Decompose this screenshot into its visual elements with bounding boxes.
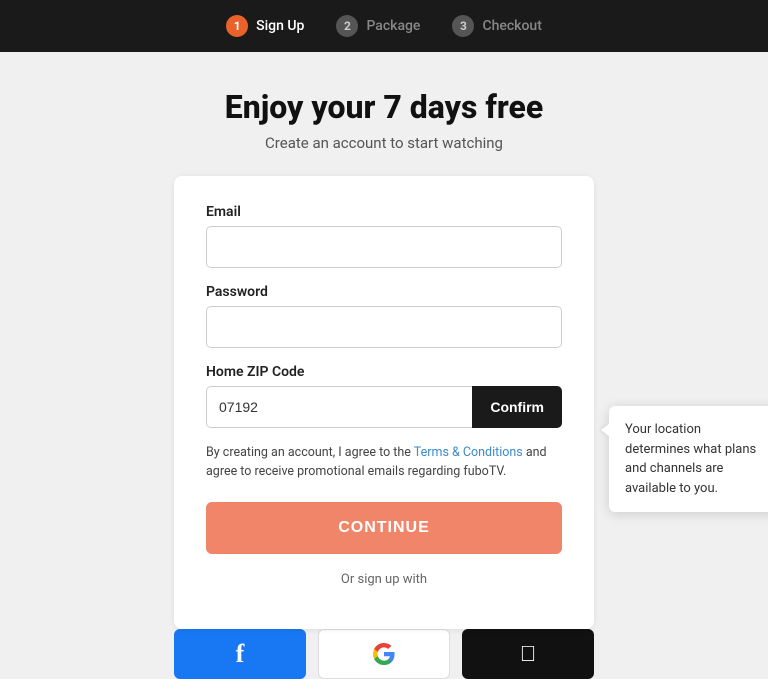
zip-tooltip: Your location determines what plans and … [609, 406, 768, 512]
step-3-circle: 3 [452, 15, 474, 37]
zip-input[interactable] [206, 386, 472, 428]
page-headline: Enjoy your 7 days free [225, 88, 543, 126]
step-signup: 1 Sign Up [226, 15, 304, 37]
header: 1 Sign Up 2 Package 3 Checkout [0, 0, 768, 52]
step-1-circle: 1 [226, 15, 248, 37]
step-package: 2 Package [336, 15, 420, 37]
step-checkout: 3 Checkout [452, 15, 541, 37]
signup-card: Email Password Home ZIP Code Confirm By … [174, 176, 594, 629]
terms-text: By creating an account, I agree to the T… [206, 444, 562, 482]
step-2-label: Package [366, 18, 420, 34]
tooltip-text: Your location determines what plans and … [625, 422, 756, 496]
google-button[interactable] [318, 629, 450, 679]
apple-icon:  [520, 641, 537, 667]
zip-row: Confirm [206, 386, 562, 428]
page-subheadline: Create an account to start watching [265, 134, 503, 152]
facebook-button[interactable]: f [174, 629, 306, 679]
terms-link[interactable]: Terms & Conditions [414, 445, 523, 460]
or-sign-up-text: Or sign up with [206, 572, 562, 587]
password-input[interactable] [206, 306, 562, 348]
confirm-button[interactable]: Confirm [472, 386, 562, 428]
social-buttons-row: f  [174, 629, 594, 679]
step-1-label: Sign Up [256, 18, 304, 34]
facebook-icon: f [236, 641, 245, 667]
continue-button[interactable]: CONTINUE [206, 502, 562, 554]
email-label: Email [206, 204, 562, 220]
main-content: Enjoy your 7 days free Create an account… [0, 52, 768, 679]
email-input[interactable] [206, 226, 562, 268]
password-label: Password [206, 284, 562, 300]
zip-label: Home ZIP Code [206, 364, 562, 380]
step-3-label: Checkout [482, 18, 541, 34]
step-2-circle: 2 [336, 15, 358, 37]
google-icon [372, 642, 396, 666]
apple-button[interactable]:  [462, 629, 594, 679]
